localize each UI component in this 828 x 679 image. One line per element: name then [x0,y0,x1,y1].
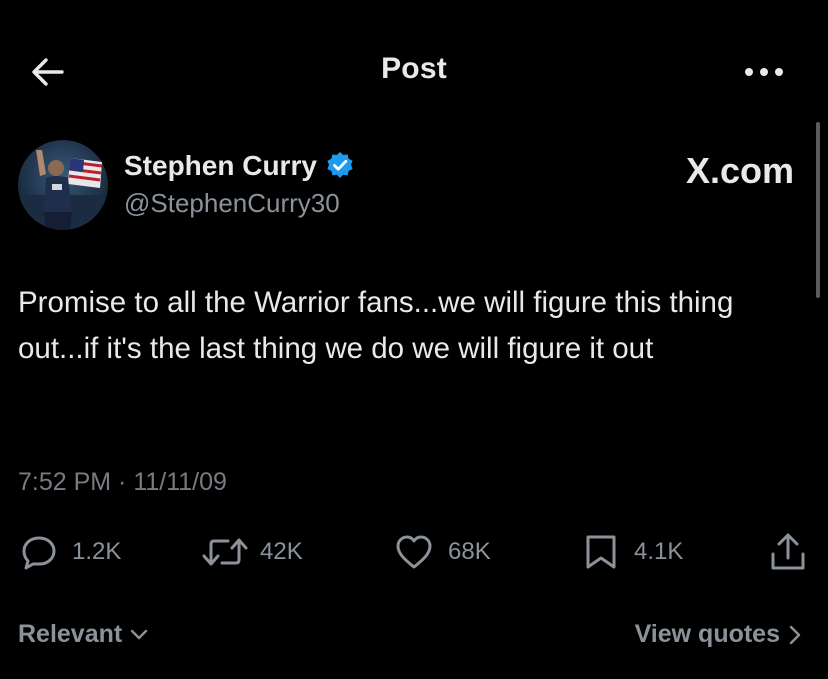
like-button[interactable]: 68K [394,527,491,577]
view-quotes-label: View quotes [634,620,780,648]
author-name[interactable]: Stephen Curry [124,150,355,182]
bookmark-icon [586,535,616,569]
profile-photo-icon [18,140,108,230]
more-options-button[interactable] [742,60,786,84]
author-handle[interactable]: @StephenCurry30 [124,188,340,219]
reply-button[interactable]: 1.2K [20,527,121,577]
share-icon [771,533,805,570]
tweet-timestamp[interactable]: 7:52 PM · 11/11/09 [18,468,227,497]
footer-bar: Relevant View quotes [0,612,828,662]
author-name-text: Stephen Curry [124,150,317,181]
repost-button[interactable]: 42K [200,527,303,577]
reply-count: 1.2K [72,538,122,565]
x-com-label: X.com [685,150,794,191]
reply-icon [22,536,56,570]
chevron-down-icon [131,629,148,639]
top-bar: Post [0,0,828,140]
view-quotes-link[interactable]: View quotes [635,620,802,649]
action-bar: 1.2K 42K 68K 4.1K [0,527,828,577]
page-title: Post [381,52,447,85]
bookmark-count: 4.1K [634,538,684,565]
more-horizontal-icon [745,68,783,76]
like-count: 68K [448,538,491,565]
sort-label: Relevant [18,620,123,648]
bookmark-button[interactable]: 4.1K [582,527,683,577]
heart-icon [396,535,432,569]
verified-badge-icon [327,152,353,178]
tweet-text: Promise to all the Warrior fans...we wil… [18,286,734,365]
repost-count: 42K [260,538,303,565]
chevron-right-icon [789,625,801,644]
avatar[interactable] [18,140,108,230]
share-button[interactable] [768,527,808,577]
sort-dropdown[interactable]: Relevant [18,620,148,649]
repost-icon [202,538,248,566]
scrollbar[interactable] [816,122,820,298]
